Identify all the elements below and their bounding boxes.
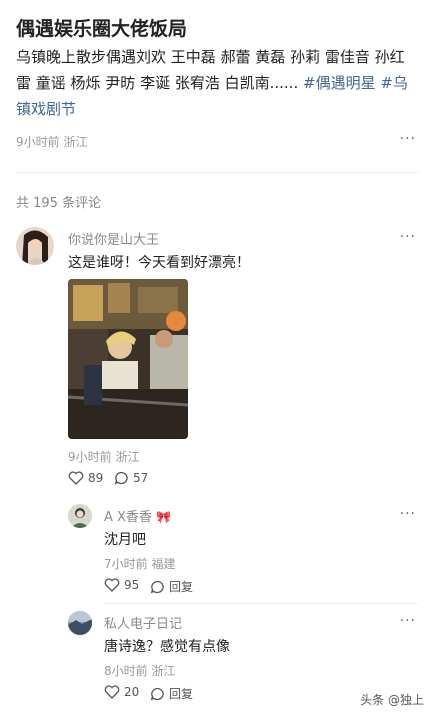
- avatar-image: [68, 504, 92, 528]
- comments-count: 共 195 条评论: [16, 196, 102, 211]
- reply-username-text: A X香香: [104, 510, 152, 525]
- divider: [16, 172, 418, 173]
- reply-text: 沈月吧: [104, 532, 146, 548]
- tag-link-celebrity[interactable]: #偶遇明星: [303, 74, 376, 92]
- reply-text: 唐诗逸？感觉有点像: [104, 639, 230, 655]
- post-body: 乌镇晚上散步偶遇刘欢 王中磊 郝蕾 黄磊 孙莉 雷佳音 孙红雷 童谣 杨烁 尹昉…: [16, 44, 418, 122]
- heart-icon: [104, 685, 120, 699]
- reply-count: 57: [133, 471, 149, 485]
- like-count: 89: [88, 471, 104, 485]
- reply-username[interactable]: A X香香 🎀: [104, 506, 171, 525]
- bow-icon: 🎀: [156, 510, 172, 524]
- like-count: 20: [124, 685, 140, 699]
- post-more-icon[interactable]: ···: [400, 131, 416, 147]
- avatar-image: [68, 611, 92, 635]
- comment-icon: [150, 687, 164, 700]
- comment-reply-button[interactable]: 57: [114, 471, 148, 485]
- comment-more-icon[interactable]: ···: [400, 229, 416, 245]
- avatar[interactable]: [16, 227, 54, 265]
- heart-icon: [68, 471, 84, 485]
- reply-more-icon[interactable]: ···: [400, 506, 416, 522]
- reply-label: 回复: [169, 687, 194, 701]
- watermark: 头条 @独上: [360, 693, 424, 707]
- post-meta: 9小时前 浙江: [16, 135, 88, 149]
- reply-button[interactable]: 回复: [150, 685, 193, 702]
- reply-meta: 8小时前 浙江: [104, 664, 176, 678]
- reply-like-button[interactable]: 20: [104, 685, 139, 699]
- reply-more-icon[interactable]: ···: [400, 613, 416, 629]
- comment-photo-image: [68, 279, 188, 439]
- avatar[interactable]: [68, 504, 92, 528]
- reply-username[interactable]: 私人电子日记: [104, 613, 182, 632]
- reply-button[interactable]: 回复: [150, 578, 193, 595]
- heart-icon: [104, 578, 120, 592]
- comment-photo[interactable]: [68, 279, 188, 439]
- comment-meta: 9小时前 浙江: [68, 450, 140, 464]
- comment-text: 这是谁呀！今天看到好漂亮！: [68, 255, 250, 271]
- divider: [104, 603, 418, 604]
- reply-like-button[interactable]: 95: [104, 578, 139, 592]
- comment-icon: [114, 471, 128, 485]
- avatar[interactable]: [68, 611, 92, 635]
- like-count: 95: [124, 578, 140, 592]
- comment-icon: [150, 580, 164, 593]
- reply-label: 回复: [169, 580, 194, 594]
- comment-like-button[interactable]: 89: [68, 471, 103, 485]
- avatar-image: [16, 227, 54, 265]
- reply-meta: 7小时前 福建: [104, 557, 176, 571]
- post-title: 偶遇娱乐圈大佬饭局: [16, 18, 188, 40]
- comment-username[interactable]: 你说你是山大王: [68, 229, 159, 248]
